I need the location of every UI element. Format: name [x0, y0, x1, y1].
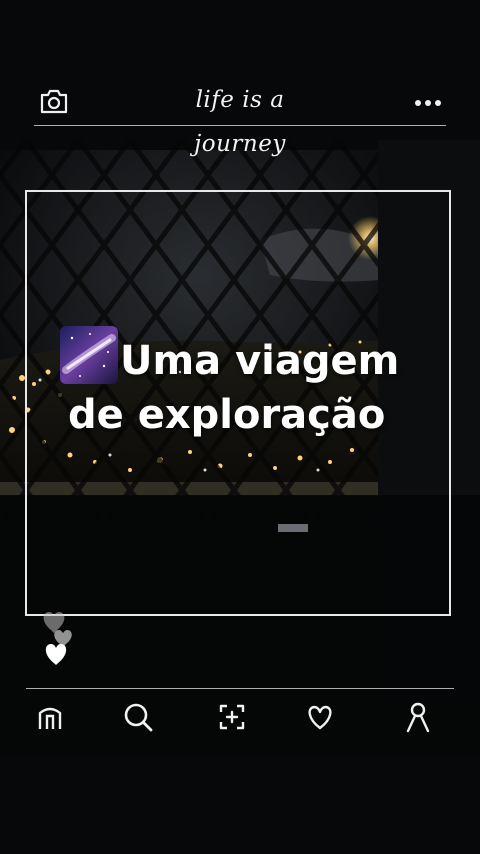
more-icon[interactable]	[412, 94, 444, 106]
headline-line-1: Uma viagem	[120, 338, 400, 384]
profile-icon[interactable]	[400, 699, 436, 735]
camera-icon[interactable]	[38, 86, 70, 116]
bottom-nav	[0, 695, 480, 741]
add-post-icon[interactable]	[214, 699, 250, 735]
page-title: life is a journey	[194, 87, 286, 157]
header-divider	[34, 125, 446, 126]
home-icon[interactable]	[32, 699, 68, 735]
top-bar: life is a journey	[0, 70, 480, 157]
headline-line-2: de exploração	[68, 392, 386, 438]
hearts-icon[interactable]	[38, 608, 82, 670]
search-icon[interactable]	[120, 699, 156, 735]
post-headline: Uma viagem de exploração	[60, 326, 440, 442]
nav-divider	[26, 688, 454, 689]
heart-icon[interactable]	[302, 699, 338, 735]
milky-way-icon	[60, 326, 118, 384]
